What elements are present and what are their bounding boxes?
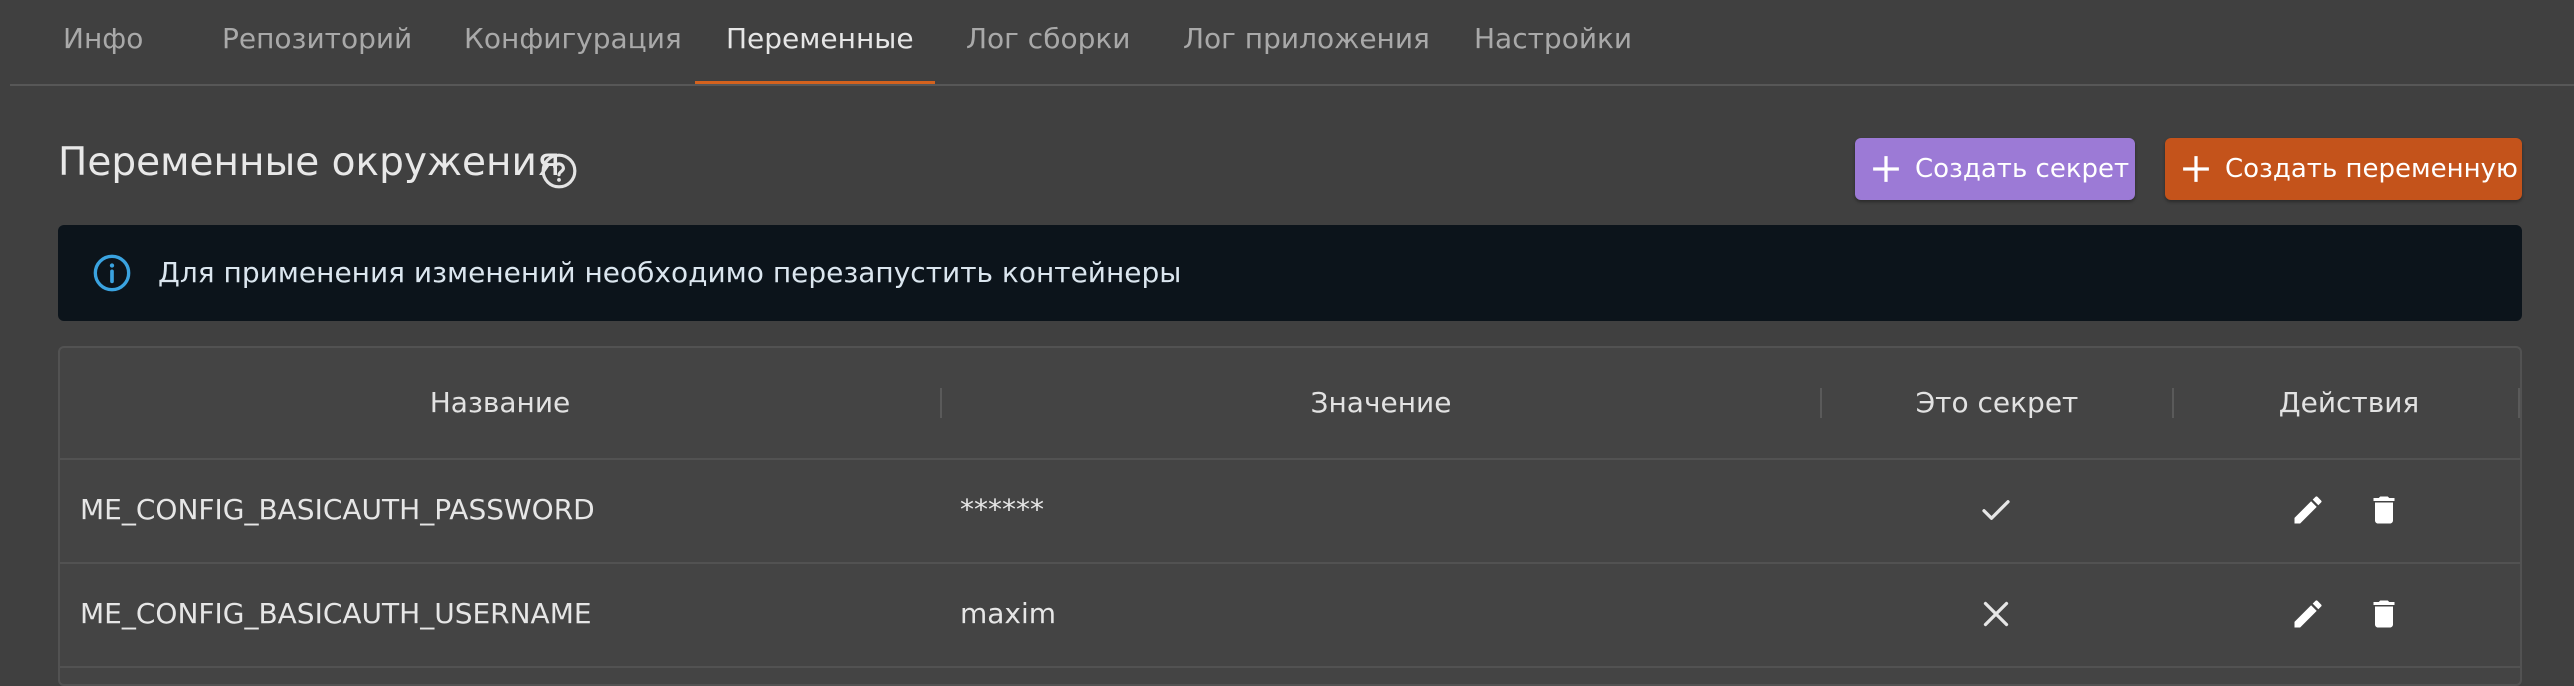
tab-bar: Инфо Репозиторий Конфигурация Переменные… (0, 0, 2574, 84)
create-variable-button[interactable]: Создать переменную (2165, 138, 2522, 200)
pencil-icon[interactable] (2290, 596, 2326, 632)
table-header: Название Значение Это секрет Действия (60, 348, 2520, 460)
column-separator[interactable] (2518, 388, 2520, 418)
tab-info[interactable]: Инфо (63, 0, 143, 84)
tab-app-log[interactable]: Лог приложения (1183, 0, 1430, 84)
check-icon (1982, 500, 2010, 520)
cross-icon (1983, 601, 2009, 627)
tab-settings[interactable]: Настройки (1474, 0, 1632, 84)
info-icon (93, 254, 131, 292)
tab-build-log[interactable]: Лог сборки (966, 0, 1130, 84)
tab-variables[interactable]: Переменные (726, 0, 914, 84)
plus-icon (1873, 156, 1899, 182)
info-alert: Для применения изменений необходимо пере… (58, 225, 2522, 321)
create-variable-label: Создать переменную (2225, 154, 2518, 184)
variable-name: ME_CONFIG_BASICAUTH_PASSWORD (80, 493, 595, 526)
variable-value: ****** (960, 493, 1044, 526)
table-row: ME_CONFIG_BASICAUTH_PASSWORD ****** (60, 458, 2520, 564)
variable-value: maxim (960, 597, 1057, 630)
trash-icon[interactable] (2366, 596, 2402, 632)
alert-message: Для применения изменений необходимо пере… (158, 256, 1182, 289)
create-secret-button[interactable]: Создать секрет (1855, 138, 2135, 200)
tab-repository[interactable]: Репозиторий (222, 0, 412, 84)
column-header-name[interactable]: Название (60, 348, 940, 458)
plus-icon (2183, 156, 2209, 182)
trash-icon[interactable] (2366, 492, 2402, 528)
page-title: Переменные окружения (58, 140, 561, 185)
create-secret-label: Создать секрет (1915, 154, 2130, 184)
tabs-divider (10, 84, 2574, 86)
column-header-actions: Действия (2278, 386, 2420, 419)
pencil-icon[interactable] (2290, 492, 2326, 528)
table-row: ME_CONFIG_BASICAUTH_USERNAME maxim (60, 562, 2520, 668)
tab-configuration[interactable]: Конфигурация (464, 0, 682, 84)
help-circle-icon[interactable] (540, 152, 578, 190)
variable-name: ME_CONFIG_BASICAUTH_USERNAME (80, 597, 592, 630)
column-header-is-secret[interactable]: Это секрет (1822, 348, 2172, 458)
variables-table: Название Значение Это секрет Действия ME… (58, 346, 2522, 686)
column-header-value[interactable]: Значение (942, 348, 1820, 458)
